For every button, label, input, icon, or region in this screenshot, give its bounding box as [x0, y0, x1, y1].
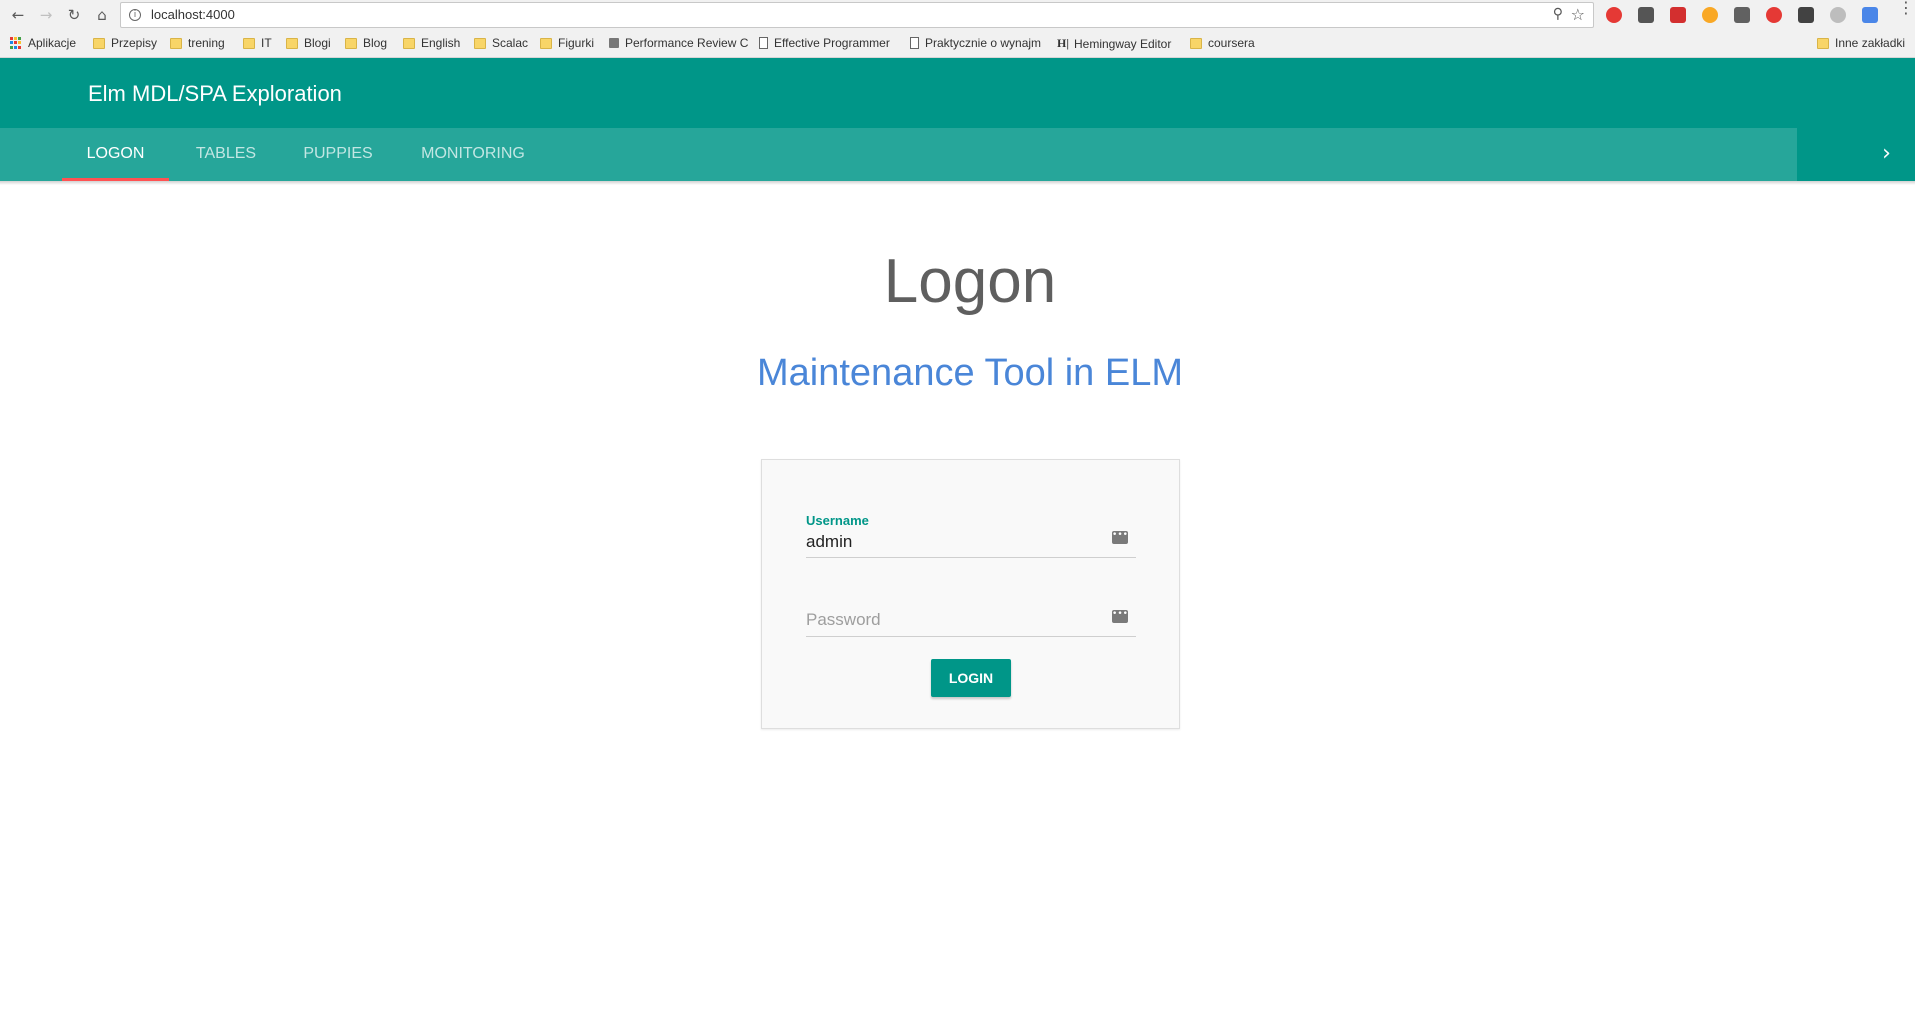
apps-grid-icon — [10, 37, 22, 49]
bookmark-scalac[interactable]: Scalac — [474, 36, 528, 50]
bookmark-figurki[interactable]: Figurki — [540, 36, 594, 50]
header-shadow — [0, 181, 1915, 185]
password-input[interactable] — [806, 610, 1106, 630]
bookmark-label: Effective Programmer — [774, 36, 890, 50]
folder-icon — [1190, 37, 1202, 49]
login-card: Username admin ••• ••• LOGIN — [761, 459, 1180, 729]
bookmark-blog[interactable]: Blog — [345, 36, 387, 50]
folder-icon — [170, 37, 182, 49]
bookmark-praktycznie[interactable]: Praktycznie o wynajm — [910, 36, 1041, 50]
tomato-extension-icon[interactable] — [1766, 7, 1782, 23]
folder-icon — [474, 37, 486, 49]
tab-bar-spacer — [1797, 128, 1858, 181]
bookmark-performance-review[interactable]: Performance Review C — [609, 36, 748, 50]
folder-icon — [243, 37, 255, 49]
mail-extension-icon[interactable] — [1734, 7, 1750, 23]
bookmarks-bar: Aplikacje Przepisy trening IT Blogi Blog… — [0, 30, 1915, 58]
chevron-right-icon[interactable]: › — [1858, 128, 1915, 181]
search-extension-icon[interactable] — [1830, 7, 1846, 23]
bookmark-trening[interactable]: trening — [170, 36, 225, 50]
bookmark-label: Hemingway Editor — [1073, 36, 1172, 51]
info-icon[interactable]: i — [129, 9, 141, 21]
bookmark-it[interactable]: IT — [243, 36, 272, 50]
bookmark-label: trening — [188, 36, 225, 50]
folder-icon — [286, 37, 298, 49]
password-manager-icon[interactable]: ••• — [1112, 531, 1128, 544]
zoom-icon[interactable]: ⚲ — [1553, 6, 1563, 22]
bookmark-label: Przepisy — [111, 36, 158, 50]
page-icon — [759, 37, 768, 49]
password-manager-icon[interactable]: ••• — [1112, 610, 1128, 623]
bookmark-blogi[interactable]: Blogi — [286, 36, 331, 50]
home-icon[interactable]: ⌂ — [92, 5, 112, 25]
username-underline — [806, 557, 1136, 558]
tab-monitoring[interactable]: MONITORING — [407, 128, 539, 181]
address-bar[interactable]: i localhost:4000 ⚲ ☆ — [120, 2, 1594, 28]
bookmark-label: Scalac — [492, 36, 529, 50]
bookmark-label: Blog — [363, 36, 388, 50]
bookmark-label: Praktycznie o wynajm — [925, 36, 1042, 50]
page-icon — [910, 37, 919, 49]
username-input[interactable]: admin — [806, 532, 852, 552]
opera-extension-icon[interactable] — [1606, 7, 1622, 23]
bookmark-english[interactable]: English — [403, 36, 460, 50]
bookmark-przepisy[interactable]: Przepisy — [93, 36, 157, 50]
password-field[interactable]: ••• — [806, 596, 1136, 641]
bookmark-aplikacje[interactable]: Aplikacje — [10, 36, 76, 50]
bookmark-label: IT — [261, 36, 272, 50]
tab-logon[interactable]: LOGON — [62, 128, 169, 181]
reload-icon[interactable]: ↻ — [64, 5, 84, 25]
password-underline — [806, 636, 1136, 637]
login-button[interactable]: LOGIN — [931, 659, 1011, 697]
star-extension-icon[interactable] — [1702, 7, 1718, 23]
evernote-extension-icon[interactable] — [1798, 7, 1814, 23]
app-header: Elm MDL/SPA Exploration — [0, 58, 1915, 128]
page-icon — [609, 38, 619, 48]
forward-arrow-icon[interactable]: → — [36, 5, 56, 25]
browser-toolbar: ← → ↻ ⌂ i localhost:4000 ⚲ ☆ ⋮ — [0, 0, 1915, 30]
bookmark-hemingway[interactable]: H| Hemingway Editor — [1057, 36, 1171, 51]
star-icon[interactable]: ☆ — [1571, 5, 1585, 24]
bookmark-label: Blogi — [304, 36, 331, 50]
tab-bar: LOGON TABLES PUPPIES MONITORING — [0, 128, 1797, 181]
folder-icon — [540, 37, 552, 49]
hemingway-icon: H| — [1057, 36, 1069, 50]
folder-icon — [1817, 37, 1829, 49]
bookmark-label: Aplikacje — [28, 36, 77, 50]
app-title: Elm MDL/SPA Exploration — [88, 81, 342, 106]
tab-tables[interactable]: TABLES — [178, 128, 274, 181]
bookmark-effective-programmer[interactable]: Effective Programmer — [759, 36, 890, 50]
bookmark-label: English — [421, 36, 461, 50]
url-text[interactable]: localhost:4000 — [151, 7, 235, 22]
lastpass-extension-icon[interactable] — [1670, 7, 1686, 23]
folder-icon — [403, 37, 415, 49]
folder-icon — [345, 37, 357, 49]
bookmark-coursera[interactable]: coursera — [1190, 36, 1255, 50]
pocket-extension-icon[interactable] — [1638, 7, 1654, 23]
tab-puppies[interactable]: PUPPIES — [288, 128, 388, 181]
page-title: Logon — [883, 247, 1057, 316]
browser-menu-icon[interactable]: ⋮ — [1898, 0, 1914, 16]
back-arrow-icon[interactable]: ← — [8, 5, 28, 25]
bookmark-label: coursera — [1208, 36, 1255, 50]
username-label: Username — [806, 513, 869, 528]
bookmark-label: Performance Review C — [625, 36, 749, 50]
bookmark-label: Figurki — [558, 36, 595, 50]
bookmark-other[interactable]: Inne zakładki — [1817, 36, 1905, 50]
folder-icon — [93, 37, 105, 49]
bookmark-label: Inne zakładki — [1835, 36, 1906, 50]
page-subtitle: Maintenance Tool in ELM — [757, 352, 1183, 394]
username-field[interactable]: Username admin ••• — [806, 513, 1136, 558]
translate-extension-icon[interactable] — [1862, 7, 1878, 23]
